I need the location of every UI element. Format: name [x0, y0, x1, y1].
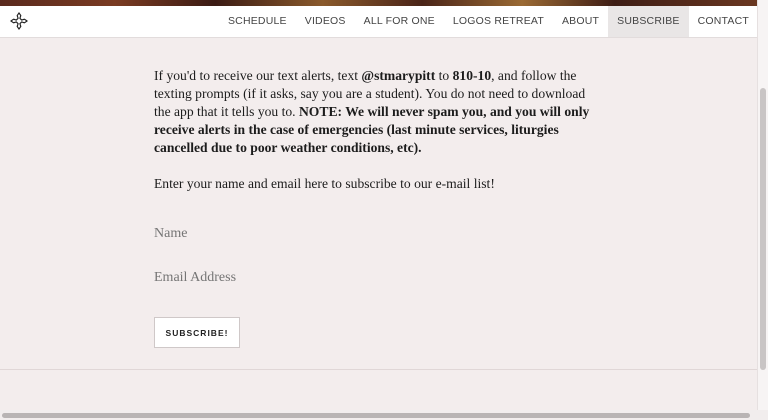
intro-text-2: to [435, 68, 453, 83]
horizontal-scrollbar-thumb[interactable] [2, 413, 750, 418]
text-handle: @stmarypitt [361, 68, 436, 83]
nav-item-about[interactable]: ABOUT [553, 6, 608, 37]
nav-item-logos-retreat[interactable]: LOGOS RETREAT [444, 6, 553, 37]
nav-item-contact[interactable]: CONTACT [689, 6, 758, 37]
vertical-scrollbar[interactable] [757, 0, 768, 412]
name-field[interactable] [154, 226, 574, 242]
intro-text-1: If you'd to receive our text alerts, tex… [154, 68, 362, 83]
cross-logo-icon[interactable] [10, 12, 28, 30]
text-number: 810-10 [452, 68, 492, 83]
nav-item-all-for-one[interactable]: ALL FOR ONE [355, 6, 444, 37]
nav-item-subscribe[interactable]: SUBSCRIBE [608, 6, 689, 37]
nav-item-videos[interactable]: VIDEOS [296, 6, 355, 37]
nav-item-schedule[interactable]: SCHEDULE [219, 6, 296, 37]
vertical-scrollbar-thumb[interactable] [760, 88, 766, 370]
text-alerts-paragraph: If you'd to receive our text alerts, tex… [154, 67, 602, 157]
top-navbar: SCHEDULE VIDEOS ALL FOR ONE LOGOS RETREA… [0, 6, 758, 38]
name-input[interactable] [154, 226, 574, 242]
subscribe-button[interactable]: SUBSCRIBE! [154, 317, 240, 348]
email-input[interactable] [154, 270, 574, 286]
subscribe-instructions: Enter your name and email here to subscr… [154, 176, 495, 191]
horizontal-scrollbar[interactable] [0, 410, 768, 420]
nav-links: SCHEDULE VIDEOS ALL FOR ONE LOGOS RETREA… [219, 6, 758, 37]
email-field[interactable] [154, 270, 574, 286]
main-content: If you'd to receive our text alerts, tex… [154, 67, 602, 193]
section-divider [0, 369, 758, 370]
